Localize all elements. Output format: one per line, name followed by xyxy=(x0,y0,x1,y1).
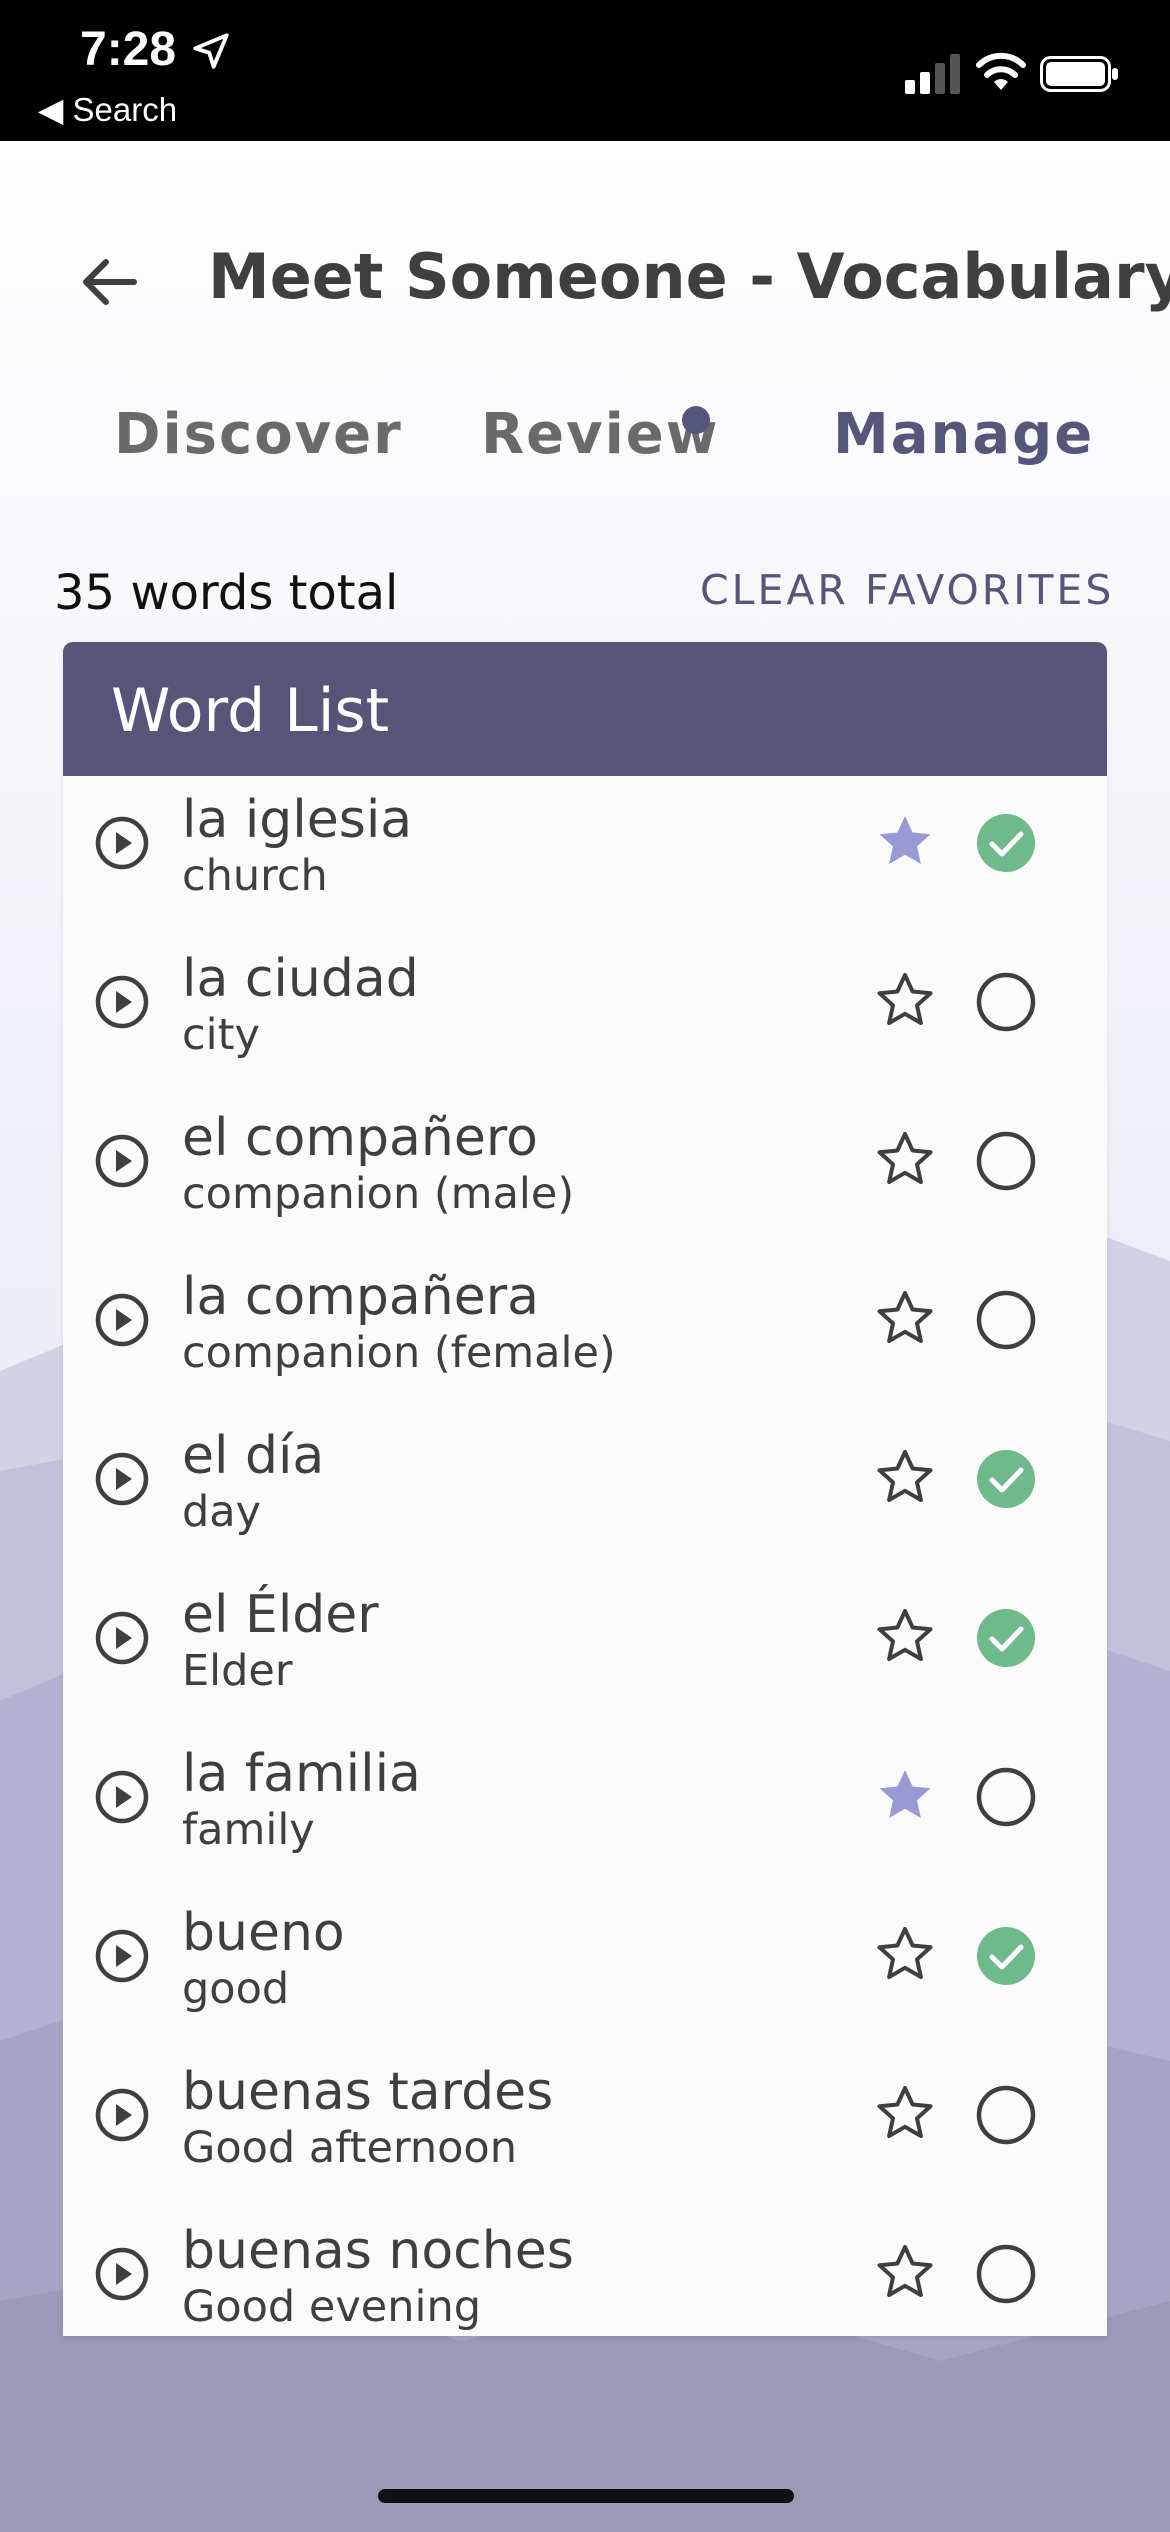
check-circle-icon[interactable] xyxy=(975,1448,1037,1510)
star-outline-icon[interactable] xyxy=(873,2082,937,2146)
empty-circle-icon[interactable] xyxy=(975,971,1037,1033)
home-indicator xyxy=(378,2489,794,2503)
empty-circle-icon[interactable] xyxy=(975,2084,1037,2146)
play-audio-icon[interactable] xyxy=(95,1452,149,1506)
word-list-card: Word List la iglesia church la ciudad ci… xyxy=(63,642,1107,2336)
check-circle-icon[interactable] xyxy=(975,1925,1037,1987)
word-list-title: Word List xyxy=(111,676,390,746)
star-outline-icon[interactable] xyxy=(873,969,937,1033)
star-outline-icon[interactable] xyxy=(873,1446,937,1510)
list-item[interactable]: el Élder Elder xyxy=(63,1571,1107,1730)
star-outline-icon[interactable] xyxy=(873,1605,937,1669)
play-audio-icon[interactable] xyxy=(95,816,149,870)
word-translation: companion (female) xyxy=(182,1328,616,1378)
word-list-header: Word List xyxy=(63,642,1107,776)
cellular-signal-icon xyxy=(905,54,960,94)
word-text: la familia xyxy=(182,1744,421,1804)
star-outline-icon[interactable] xyxy=(873,1287,937,1351)
page-title: Meet Someone - Vocabulary xyxy=(208,240,1170,313)
star-outline-icon[interactable] xyxy=(873,1923,937,1987)
word-text: la compañera xyxy=(182,1267,539,1327)
list-item[interactable]: la compañera companion (female) xyxy=(63,1253,1107,1412)
word-text: buenas noches xyxy=(182,2221,574,2281)
word-translation: Good evening xyxy=(182,2282,482,2332)
back-arrow-icon[interactable] xyxy=(78,250,142,314)
word-text: bueno xyxy=(182,1903,345,1963)
status-bar: 7:28 ◀ Search xyxy=(0,0,1170,141)
words-total-count: 35 words total xyxy=(54,565,399,621)
empty-circle-icon[interactable] xyxy=(975,2243,1037,2305)
word-text: el Élder xyxy=(182,1585,379,1645)
list-item[interactable]: el compañero companion (male) xyxy=(63,1094,1107,1253)
list-item[interactable]: buenas noches Good evening xyxy=(63,2207,1107,2336)
status-time: 7:28 xyxy=(80,23,177,76)
star-outline-icon[interactable] xyxy=(873,1128,937,1192)
word-text: la ciudad xyxy=(182,949,419,1009)
word-translation: church xyxy=(182,851,328,901)
word-text: el día xyxy=(182,1426,325,1486)
word-translation: Elder xyxy=(182,1646,293,1696)
list-item[interactable]: la familia family xyxy=(63,1730,1107,1889)
list-item[interactable]: el día day xyxy=(63,1412,1107,1571)
word-translation: companion (male) xyxy=(182,1169,575,1219)
play-audio-icon[interactable] xyxy=(95,1929,149,1983)
word-text: buenas tardes xyxy=(182,2062,554,2122)
list-item[interactable]: la ciudad city xyxy=(63,935,1107,1094)
play-audio-icon[interactable] xyxy=(95,2088,149,2142)
word-translation: good xyxy=(182,1964,290,2014)
empty-circle-icon[interactable] xyxy=(975,1289,1037,1351)
play-audio-icon[interactable] xyxy=(95,1611,149,1665)
star-filled-icon[interactable] xyxy=(873,1764,937,1828)
empty-circle-icon[interactable] xyxy=(975,1130,1037,1192)
location-arrow-icon xyxy=(193,33,229,69)
word-translation: Good afternoon xyxy=(182,2123,517,2173)
play-audio-icon[interactable] xyxy=(95,1770,149,1824)
star-outline-icon[interactable] xyxy=(873,2241,937,2305)
play-audio-icon[interactable] xyxy=(95,975,149,1029)
play-audio-icon[interactable] xyxy=(95,1293,149,1347)
word-translation: day xyxy=(182,1487,262,1537)
word-text: el compañero xyxy=(182,1108,538,1168)
check-circle-icon[interactable] xyxy=(975,812,1037,874)
word-translation: city xyxy=(182,1010,260,1060)
list-item[interactable]: la iglesia church xyxy=(63,776,1107,935)
word-text: la iglesia xyxy=(182,790,413,850)
list-item[interactable]: bueno good xyxy=(63,1889,1107,2048)
clear-favorites-button[interactable]: CLEAR FAVORITES xyxy=(700,566,1114,614)
tab-manage[interactable]: Manage xyxy=(833,402,1094,467)
check-circle-icon[interactable] xyxy=(975,1607,1037,1669)
play-audio-icon[interactable] xyxy=(95,1134,149,1188)
list-item[interactable]: buenas tardes Good afternoon xyxy=(63,2048,1107,2207)
word-translation: family xyxy=(182,1805,315,1855)
play-audio-icon[interactable] xyxy=(95,2247,149,2301)
star-filled-icon[interactable] xyxy=(873,810,937,874)
review-notification-dot xyxy=(682,406,710,434)
tab-discover[interactable]: Discover xyxy=(114,402,403,467)
back-to-search-link[interactable]: ◀ Search xyxy=(38,90,177,129)
empty-circle-icon[interactable] xyxy=(975,1766,1037,1828)
wifi-icon xyxy=(976,52,1026,90)
battery-icon xyxy=(1040,56,1118,92)
